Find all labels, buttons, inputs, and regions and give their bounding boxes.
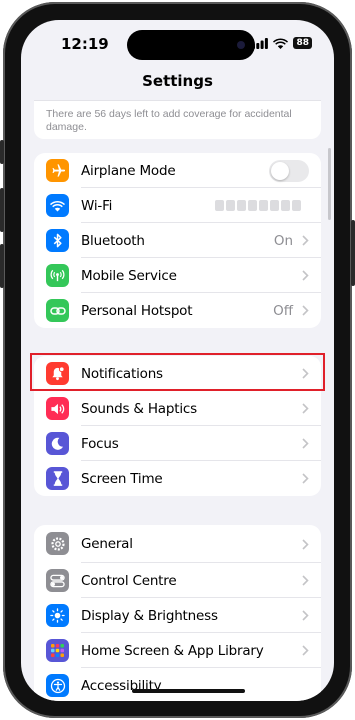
general-group: General Control Centre Display & Brightn… [34,525,321,701]
chevron-right-icon [302,539,309,550]
airplane-icon [46,159,69,182]
gear-icon [46,532,69,555]
accessibility-icon [46,674,69,697]
switches-icon [46,569,69,592]
home-indicator[interactable] [132,689,245,693]
bluetooth-value: On [273,232,293,249]
personal-hotspot-label: Personal Hotspot [81,302,193,319]
home-screen-row[interactable]: Home Screen & App Library [34,633,321,668]
scrollbar[interactable] [328,148,331,220]
status-time: 12:19 [61,35,109,53]
sun-icon [46,604,69,627]
chevron-right-icon [302,473,309,484]
focus-row[interactable]: Focus [34,426,321,461]
chevron-right-icon [302,235,309,246]
wifi-status-icon [273,38,289,49]
control-centre-row[interactable]: Control Centre [34,563,321,598]
accessibility-row[interactable]: Accessibility [34,668,321,701]
status-bar: 12:19 88 [21,20,334,64]
display-brightness-row[interactable]: Display & Brightness [34,598,321,633]
chevron-right-icon [302,270,309,281]
bluetooth-label: Bluetooth [81,232,145,249]
chevron-right-icon [302,438,309,449]
toggle-knob [271,162,289,180]
volume-up-button [0,188,4,232]
general-row[interactable]: General [34,525,321,563]
grid-icon [46,639,69,662]
sounds-haptics-label: Sounds & Haptics [81,400,197,417]
personal-hotspot-row[interactable]: Personal Hotspot Off [34,293,321,328]
page-title: Settings [142,72,213,90]
action-button [0,140,4,164]
coverage-note: There are 56 days left to add coverage f… [46,108,292,133]
hourglass-icon [46,467,69,490]
battery-indicator: 88 [293,37,312,49]
notifications-highlight-box [30,353,325,391]
airplane-mode-toggle[interactable] [269,160,309,182]
screen-time-row[interactable]: Screen Time [34,461,321,496]
personal-hotspot-value: Off [273,302,293,319]
mobile-service-row[interactable]: Mobile Service [34,258,321,293]
chevron-right-icon [302,575,309,586]
control-centre-label: Control Centre [81,572,177,589]
antenna-icon [46,264,69,287]
status-icons: 88 [252,37,312,49]
wifi-label: Wi-Fi [81,197,113,214]
bluetooth-icon [46,229,69,252]
chevron-right-icon [302,610,309,621]
volume-down-button [0,244,4,288]
screen-time-label: Screen Time [81,470,163,487]
dynamic-island [127,30,255,60]
focus-label: Focus [81,435,119,452]
hotspot-icon [46,299,69,322]
mobile-service-label: Mobile Service [81,267,177,284]
camera-dot [237,41,245,49]
chevron-right-icon [302,305,309,316]
power-button [351,220,355,286]
wifi-network-redacted [215,200,301,211]
general-label: General [81,536,133,552]
wifi-row[interactable]: Wi-Fi [34,188,321,223]
chevron-right-icon [302,645,309,656]
bluetooth-row[interactable]: Bluetooth On [34,223,321,258]
sounds-haptics-row[interactable]: Sounds & Haptics [34,391,321,426]
airplane-mode-row[interactable]: Airplane Mode [34,153,321,188]
cellular-signal-icon [252,37,269,49]
airplane-mode-label: Airplane Mode [81,162,176,179]
home-screen-label: Home Screen & App Library [81,642,264,659]
wifi-icon [46,194,69,217]
display-brightness-label: Display & Brightness [81,607,218,624]
moon-icon [46,432,69,455]
speaker-icon [46,397,69,420]
chevron-right-icon [302,403,309,414]
connectivity-group: Airplane Mode Wi-Fi Bluetooth On Mobile … [34,153,321,328]
